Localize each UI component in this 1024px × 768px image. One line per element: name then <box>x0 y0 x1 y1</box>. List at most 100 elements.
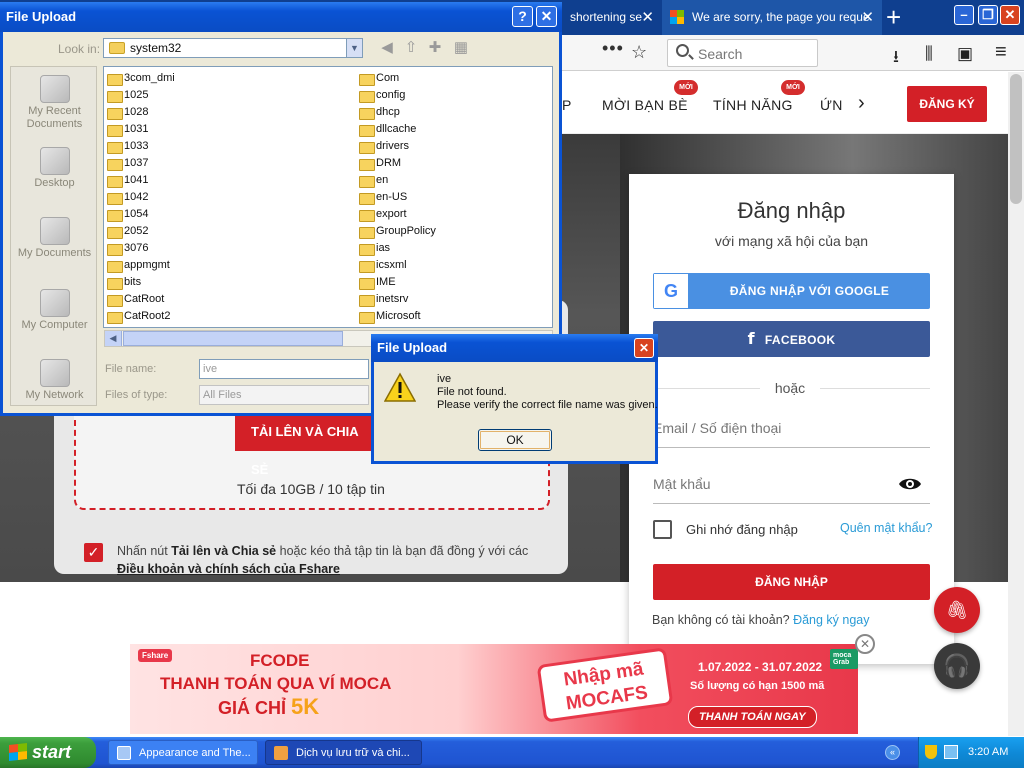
folder-item[interactable]: config <box>356 87 586 104</box>
password-field[interactable]: Mật khẩu <box>653 476 930 504</box>
dialog-titlebar[interactable]: File Upload <box>0 2 562 32</box>
attach-file-fab[interactable]: 🖇 <box>934 587 980 633</box>
my-network-icon <box>39 359 70 387</box>
search-input[interactable]: Search <box>667 39 818 67</box>
place-desktop[interactable]: Desktop <box>11 147 98 190</box>
taskbar-item-active[interactable]: Dịch vụ lưu trữ và chi... <box>265 740 422 765</box>
folder-item[interactable]: 1037 <box>104 155 334 172</box>
google-login-button[interactable]: G ĐĂNG NHẬP VỚI GOOGLE <box>653 273 930 309</box>
remember-me-checkbox[interactable] <box>653 520 672 539</box>
folder-item[interactable]: 3com_dmi <box>104 70 334 87</box>
folder-item[interactable]: en-US <box>356 189 586 206</box>
up-folder-icon[interactable]: ⇧ <box>401 38 421 58</box>
forgot-password-link[interactable]: Quên mật khẩu? <box>840 521 932 535</box>
terms-checkbox[interactable]: ✓ <box>84 543 103 562</box>
folder-item[interactable]: 1042 <box>104 189 334 206</box>
folder-item[interactable]: GroupPolicy <box>356 223 586 240</box>
download-icon[interactable]: ⭳ <box>893 44 899 73</box>
login-submit-button[interactable]: ĐĂNG NHẬP <box>653 564 930 600</box>
file-name-input[interactable]: ive <box>199 359 369 379</box>
security-shield-icon[interactable] <box>925 745 937 759</box>
folder-item[interactable]: bits <box>104 274 334 291</box>
folder-item[interactable]: drivers <box>356 138 586 155</box>
new-tab-button[interactable]: + <box>886 2 901 32</box>
upload-and-share-button[interactable]: TẢI LÊN VÀ CHIA SẺ <box>235 413 375 477</box>
menu-item-invite-friends[interactable]: MỜI BẠN BÈ <box>602 97 688 113</box>
place-my-documents[interactable]: My Documents <box>11 217 98 260</box>
folder-item[interactable]: Com <box>356 70 586 87</box>
taskbar-item[interactable]: Appearance and The... <box>108 740 258 765</box>
place-my-network[interactable]: My Network <box>11 359 98 402</box>
error-dialog-titlebar[interactable]: File Upload <box>371 334 658 362</box>
menu-icon[interactable]: ≡ <box>995 41 1007 64</box>
folder-item[interactable]: DRM <box>356 155 586 172</box>
folder-item[interactable]: 1033 <box>104 138 334 155</box>
close-window-button[interactable]: ✕ <box>1000 5 1020 25</box>
show-password-eye-icon[interactable] <box>898 476 922 497</box>
tab-shortening[interactable]: shortening se ✕ <box>562 0 662 35</box>
places-bar: My Recent Documents Desktop My Documents… <box>10 66 97 406</box>
scroll-left-icon[interactable]: ◀ <box>105 331 122 346</box>
folder-item[interactable]: ias <box>356 240 586 257</box>
promo-banner[interactable]: Fshare FCODE THANH TOÁN QUA VÍ MOCA GIÁ … <box>130 644 858 734</box>
look-in-dropdown[interactable]: system32 ▼ <box>103 38 363 58</box>
banner-heading: FCODE <box>250 651 310 670</box>
pay-now-button[interactable]: THANH TOÁN NGAY <box>688 706 817 728</box>
tab-error-page[interactable]: We are sorry, the page you reque ✕ <box>662 0 882 35</box>
show-hidden-icons-button[interactable]: « <box>885 745 900 760</box>
signup-link[interactable]: Đăng ký ngay <box>793 613 869 627</box>
error-dialog-close-button[interactable]: ✕ <box>634 338 654 358</box>
folder-item[interactable]: CatRoot2 <box>104 308 334 325</box>
ok-button[interactable]: OK <box>478 429 552 451</box>
folder-item[interactable]: Microsoft <box>356 308 586 325</box>
folder-item[interactable]: 2052 <box>104 223 334 240</box>
folder-item[interactable]: dhcp <box>356 104 586 121</box>
tab-close-icon[interactable]: ✕ <box>641 0 654 35</box>
folder-item[interactable]: inetsrv <box>356 291 586 308</box>
email-field[interactable]: Email / Số điện thoại <box>653 420 930 448</box>
minimize-button[interactable]: – <box>954 5 974 25</box>
back-icon[interactable]: ◀ <box>377 38 397 58</box>
search-icon <box>676 44 689 57</box>
folder-item[interactable]: 3076 <box>104 240 334 257</box>
folder-item[interactable]: 1041 <box>104 172 334 189</box>
tab-close-icon[interactable]: ✕ <box>861 0 874 35</box>
banner-close-icon[interactable]: ✕ <box>855 634 875 654</box>
sidebar-icon[interactable]: ▣ <box>957 44 973 64</box>
register-button[interactable]: ĐĂNG KÝ <box>907 86 987 122</box>
view-menu-icon[interactable]: ▦ <box>449 38 473 58</box>
file-list-column: Com config dhcp dllcache drivers DRM en en-US ex… <box>356 70 586 325</box>
folder-item[interactable]: dllcache <box>356 121 586 138</box>
folder-item[interactable]: 1054 <box>104 206 334 223</box>
folder-item[interactable]: 1028 <box>104 104 334 121</box>
scrollbar-thumb[interactable] <box>123 331 343 346</box>
place-my-computer[interactable]: My Computer <box>11 289 98 332</box>
page-actions-icon[interactable]: ••• <box>602 38 624 59</box>
maximize-button[interactable]: ❐ <box>978 5 998 25</box>
menu-item-features[interactable]: TÍNH NĂNG <box>713 97 793 113</box>
support-headset-fab[interactable]: 🎧 <box>934 643 980 689</box>
file-type-dropdown[interactable]: All Files <box>199 385 369 405</box>
folder-item[interactable]: export <box>356 206 586 223</box>
folder-item[interactable]: icsxml <box>356 257 586 274</box>
file-list[interactable]: 3com_dmi 1025 1028 1031 1033 1037 1041 1042 1054… <box>103 66 553 328</box>
help-button[interactable]: ? <box>512 6 533 27</box>
terms-link[interactable]: Điều khoản và chính sách của Fshare <box>117 562 340 576</box>
folder-item[interactable]: en <box>356 172 586 189</box>
scrollbar-thumb[interactable] <box>1010 74 1022 204</box>
place-recent-documents[interactable]: My Recent Documents <box>11 75 98 131</box>
facebook-login-button[interactable]: f FACEBOOK <box>653 321 930 357</box>
dialog-close-button[interactable]: ✕ <box>536 6 557 27</box>
network-icon[interactable] <box>944 745 958 759</box>
chevron-right-icon[interactable]: › <box>858 92 865 115</box>
folder-item[interactable]: 1025 <box>104 87 334 104</box>
folder-item[interactable]: CatRoot <box>104 291 334 308</box>
menu-item-apps[interactable]: ỨN <box>820 97 843 113</box>
terms-text: Nhấn nút Tải lên và Chia sẻ hoặc kéo thả… <box>117 544 529 576</box>
folder-item[interactable]: appmgmt <box>104 257 334 274</box>
new-folder-icon[interactable]: ✚ <box>425 38 445 58</box>
folder-item[interactable]: 1031 <box>104 121 334 138</box>
bookmark-star-icon[interactable]: ☆ <box>631 42 647 63</box>
library-icon[interactable]: ⫼ <box>925 44 933 64</box>
folder-item[interactable]: IME <box>356 274 586 291</box>
